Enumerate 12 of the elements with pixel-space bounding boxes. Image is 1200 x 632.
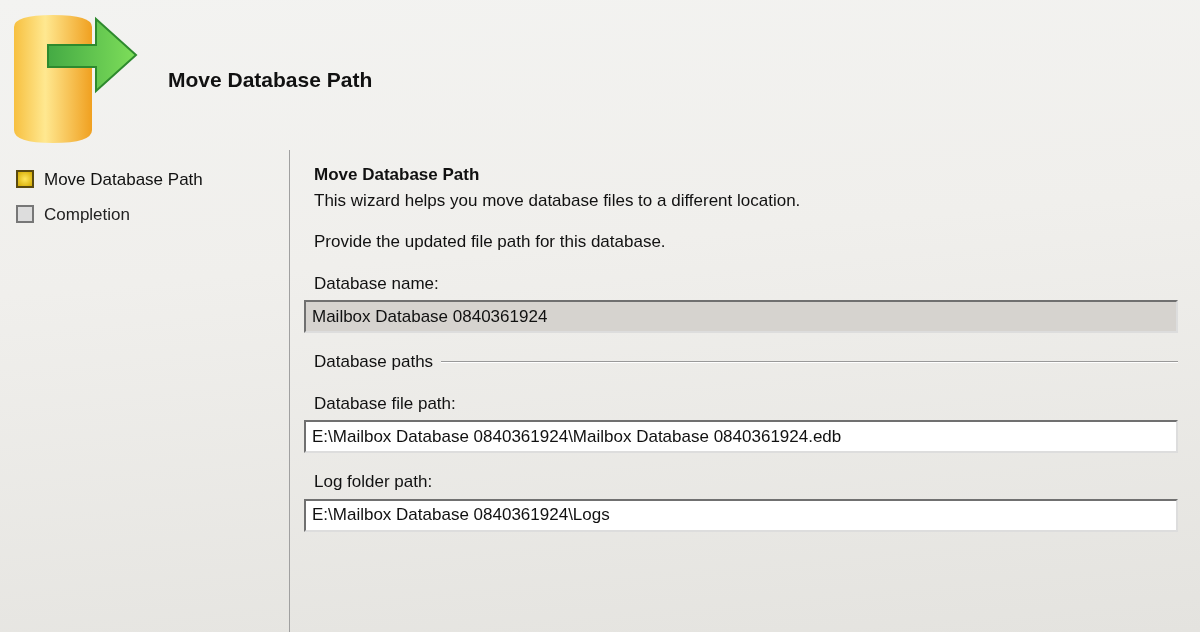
intro-text: This wizard helps you move database files to a different location. [314,189,802,212]
wizard-title: Move Database Path [168,67,373,94]
instruction-text: Provide the updated file path for this database. [314,231,667,253]
field-label: Database name: [314,272,440,295]
field-label: Database file path: [314,392,457,415]
text-field[interactable]: E:\Mailbox Database 0840361924\Mailbox Database 0840361924.edb [304,420,1178,453]
step-label: Move Database Path [44,170,203,188]
text-field[interactable]: E:\Mailbox Database 0840361924\Logs [304,498,1178,532]
step-label: Completion [44,205,130,223]
group-label: Database paths [314,351,434,373]
field-label: Log folder path: [314,471,434,493]
page-heading: Move Database Path [314,164,481,186]
